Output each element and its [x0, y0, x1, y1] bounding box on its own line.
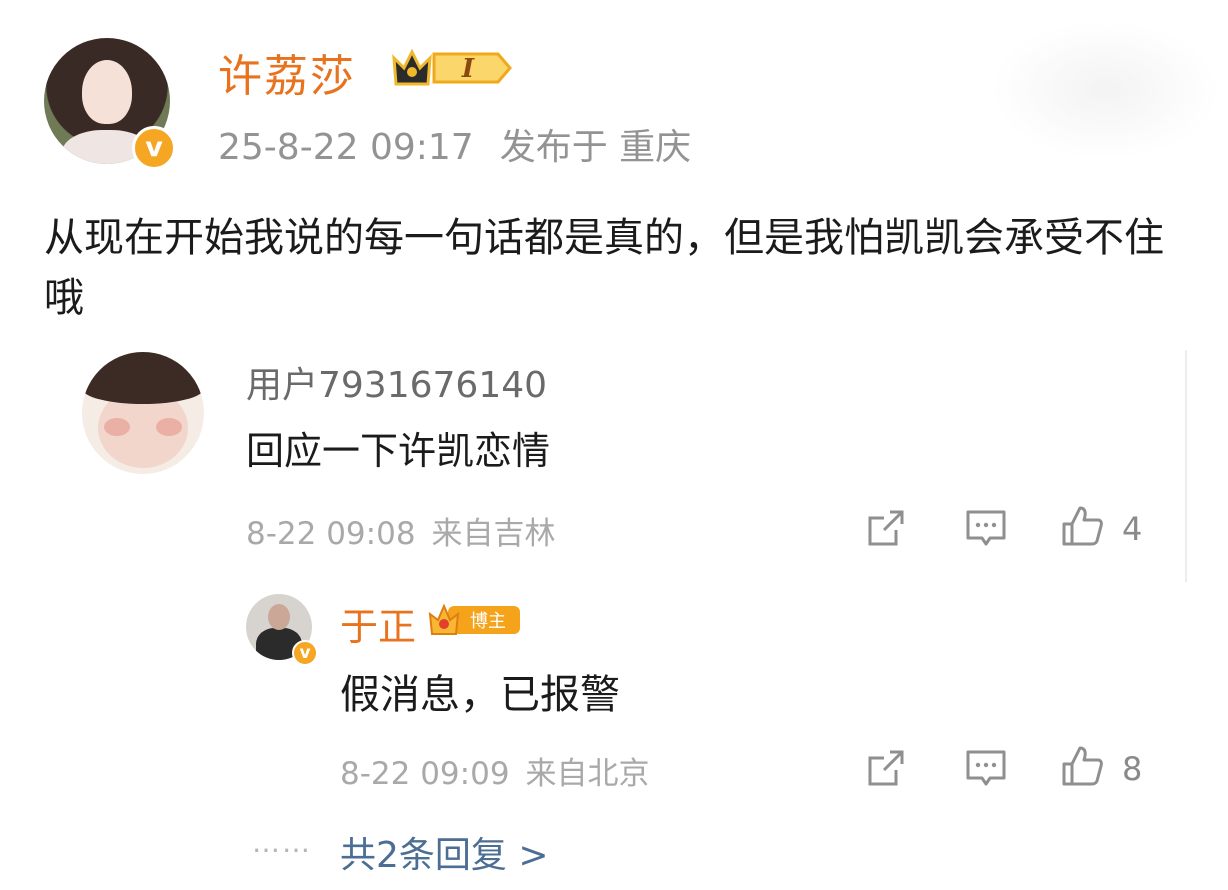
- like-icon[interactable]: [1060, 744, 1104, 788]
- comment-meta: 8-22 09:08 来自吉林: [246, 508, 556, 553]
- comment-text: 回应一下许凯恋情: [246, 429, 551, 473]
- commenter-avatar[interactable]: [82, 352, 204, 474]
- verified-badge-icon: v: [292, 640, 318, 666]
- share-icon[interactable]: [864, 746, 908, 790]
- post-meta: 25-8-22 09:17 发布于 重庆: [218, 118, 691, 170]
- verified-badge-icon: v: [132, 126, 176, 170]
- blogger-badge-label: 博主: [470, 611, 506, 632]
- share-icon[interactable]: [864, 506, 908, 550]
- reply-meta: 8-22 09:09 来自北京: [340, 748, 650, 793]
- reply-author-name[interactable]: 于正: [340, 596, 416, 651]
- more-replies-link[interactable]: 共2条回复 >: [340, 826, 549, 878]
- post-datetime: 25-8-22 09:17: [218, 127, 474, 168]
- commenter-name[interactable]: 用户7931676140: [246, 356, 547, 408]
- like-icon[interactable]: [1060, 504, 1104, 548]
- crown-icon: I: [392, 48, 512, 86]
- comment-like-count: 4: [1122, 510, 1143, 548]
- post-location: 发布于 重庆: [499, 127, 692, 168]
- post-body: 从现在开始我说的每一句话都是真的，但是我怕凯凯会承受不住哦: [44, 215, 1164, 321]
- comment-time: 8-22 09:08: [246, 516, 416, 552]
- watermark: [990, 20, 1220, 160]
- reply-text: 假消息，已报警: [340, 672, 620, 718]
- post-author-name[interactable]: 许荔莎: [218, 40, 356, 104]
- more-dots: ……: [252, 826, 312, 859]
- comment-icon[interactable]: [964, 506, 1008, 550]
- reply-time: 8-22 09:09: [340, 756, 510, 792]
- rank-badge-label: I: [461, 54, 475, 84]
- reply-location: 来自北京: [525, 756, 650, 792]
- comment-icon[interactable]: [964, 746, 1008, 790]
- comment-location: 来自吉林: [431, 516, 556, 552]
- blogger-badge: 博主: [428, 603, 520, 635]
- divider: [1185, 350, 1187, 582]
- reply-like-count: 8: [1122, 750, 1143, 788]
